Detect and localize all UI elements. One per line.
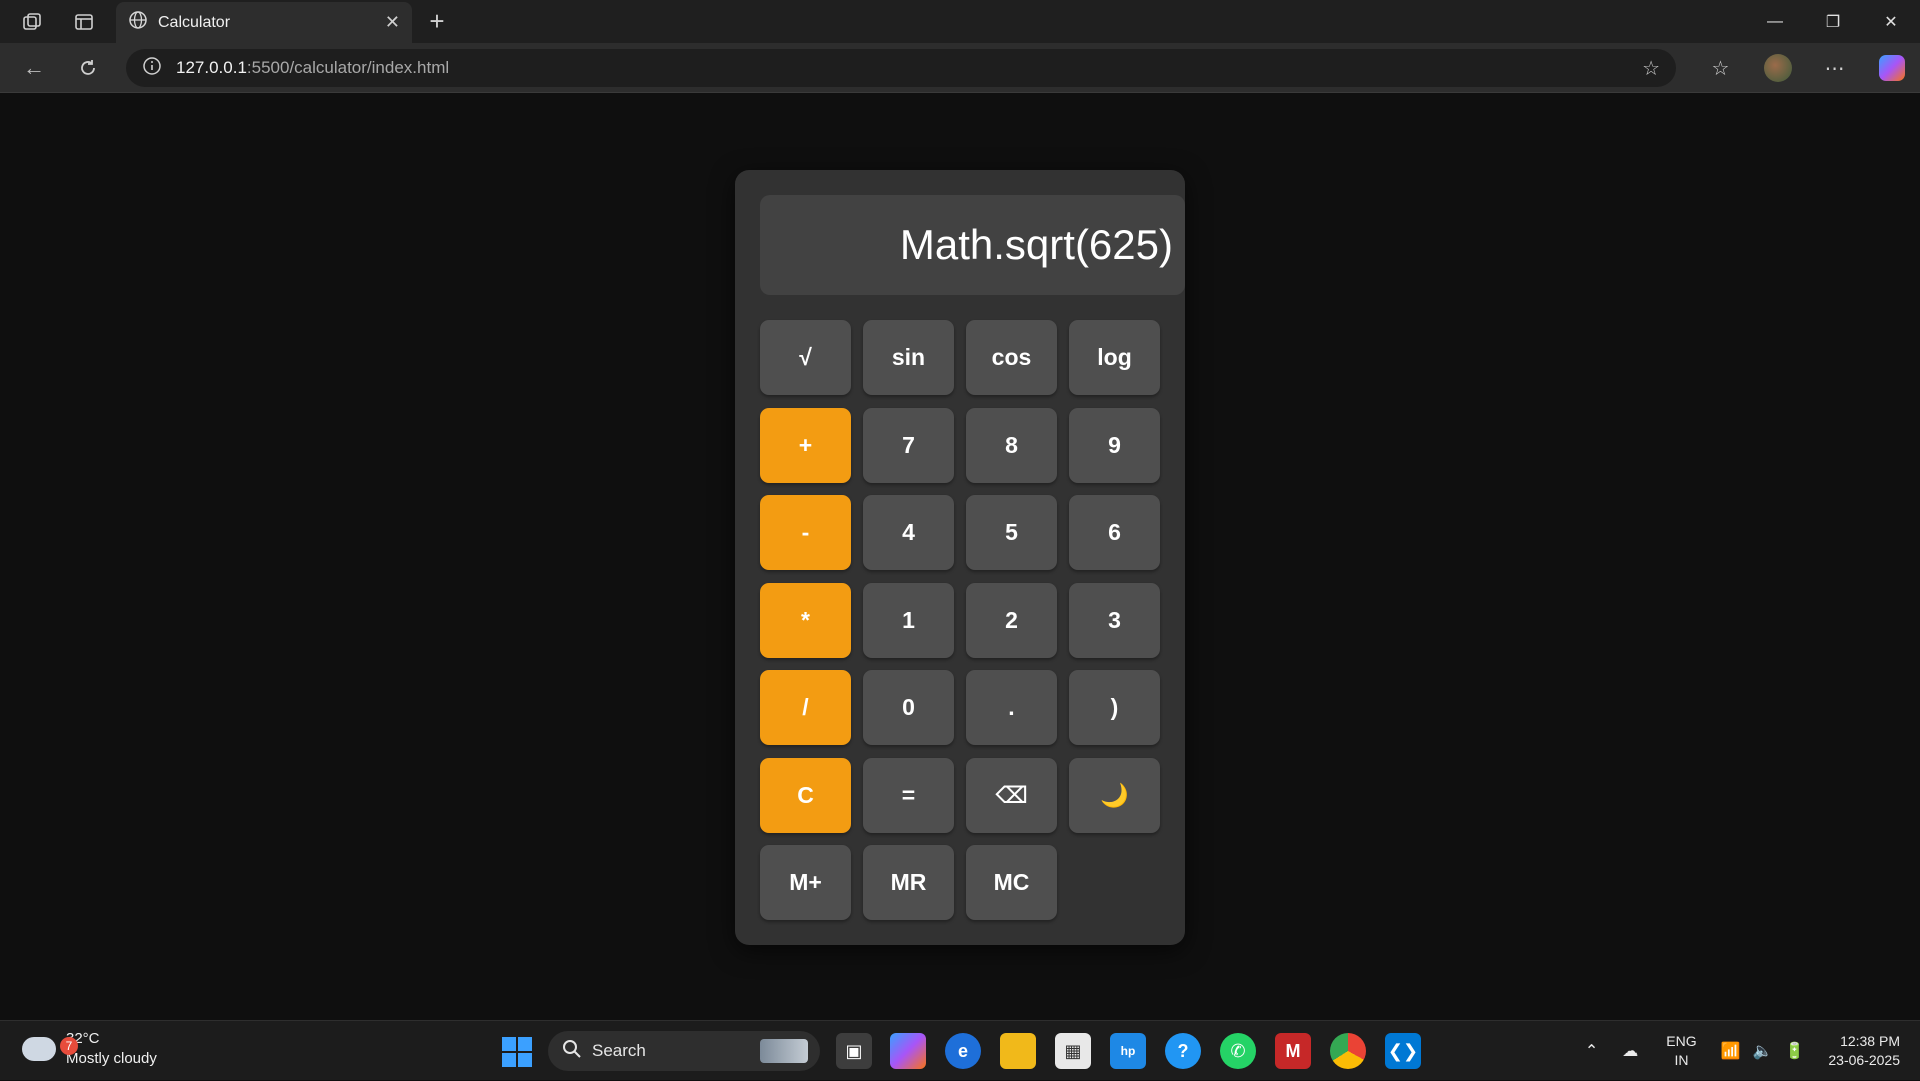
cloud-icon (22, 1037, 56, 1061)
search-label: Search (592, 1041, 646, 1060)
address-bar-row: ← 127.0.0.1:5500/calculator/index.html ☆… (0, 43, 1920, 93)
task-view-icon[interactable]: ▣ (836, 1033, 872, 1069)
url-path: :5500/calculator/index.html (246, 58, 450, 77)
refresh-icon[interactable] (70, 51, 106, 85)
clock-date: 23-06-2025 (1828, 1052, 1900, 1068)
language-code: ENG (1666, 1033, 1697, 1049)
url-host: 127.0.0.1 (176, 58, 247, 77)
digit-2-button[interactable]: 2 (966, 582, 1057, 658)
cos-button[interactable]: cos (966, 320, 1057, 395)
weather-widget[interactable]: 7 32°C Mostly cloudy (22, 1029, 157, 1069)
digit-3-button[interactable]: 3 (1069, 582, 1160, 658)
search-highlight-image (760, 1039, 808, 1063)
language-indicator[interactable]: ENG IN (1666, 1032, 1696, 1070)
edge-browser-icon[interactable]: e (945, 1033, 981, 1069)
digit-4-button[interactable]: 4 (863, 495, 954, 570)
sin-button[interactable]: sin (863, 320, 954, 395)
theme-toggle-button[interactable]: 🌙 (1069, 757, 1160, 833)
globe-icon (128, 10, 148, 35)
copilot-icon[interactable] (1863, 55, 1920, 81)
memory-add-button[interactable]: M+ (760, 845, 851, 920)
tab-title: Calculator (158, 13, 231, 31)
window-close-icon[interactable]: ✕ (1862, 0, 1920, 43)
favorites-icon[interactable]: ☆ (1692, 56, 1749, 81)
weather-condition: Mostly cloudy (66, 1050, 157, 1067)
temperature: 32°C (66, 1030, 100, 1047)
wifi-icon[interactable]: 📶 (1721, 1041, 1741, 1061)
multiply-button[interactable]: * (760, 582, 851, 658)
mcafee-icon[interactable]: M (1275, 1033, 1311, 1069)
window-controls: — ❐ ✕ (1746, 0, 1920, 43)
vscode-icon[interactable]: ❮❯ (1385, 1033, 1421, 1069)
sqrt-button[interactable]: √ (760, 320, 851, 395)
minus-button[interactable]: - (760, 495, 851, 570)
clear-button[interactable]: C (760, 757, 851, 833)
copilot-app-icon[interactable] (890, 1033, 926, 1069)
minimize-icon[interactable]: — (1746, 0, 1804, 43)
memory-recall-button[interactable]: MR (863, 845, 954, 920)
chrome-icon[interactable] (1330, 1033, 1366, 1069)
digit-5-button[interactable]: 5 (966, 495, 1057, 570)
tab-bar: Calculator ✕ + — ❐ ✕ (0, 0, 1920, 43)
vertical-tabs-icon[interactable] (64, 2, 104, 42)
onedrive-icon[interactable]: ☁ (1622, 1041, 1638, 1061)
equals-button[interactable]: = (863, 757, 954, 833)
decimal-button[interactable]: . (966, 670, 1057, 745)
url-input[interactable]: 127.0.0.1:5500/calculator/index.html ☆ (126, 49, 1676, 87)
digit-8-button[interactable]: 8 (966, 407, 1057, 483)
system-tray: ⌃ ☁ ENG IN 📶 🔈 🔋 12:38 PM 23-06-2025 (1571, 1021, 1900, 1081)
search-icon (562, 1039, 582, 1064)
calculator: Math.sqrt(625) √ sin cos log +7 8 9 -4 5 6 * 1 2 3 /0.… (735, 170, 1185, 945)
calculator-display: Math.sqrt(625) (760, 195, 1185, 295)
profile-avatar[interactable] (1749, 54, 1806, 82)
memory-clear-button[interactable]: MC (966, 845, 1057, 920)
weather-badge: 7 (60, 1037, 78, 1055)
close-icon[interactable]: ✕ (385, 12, 400, 33)
digit-0-button[interactable]: 0 (863, 670, 954, 745)
file-explorer-icon[interactable] (1000, 1033, 1036, 1069)
backspace-button[interactable]: ⌫ (966, 757, 1057, 833)
workspaces-icon[interactable] (12, 2, 52, 42)
browser-toolbar: ☆ ⋯ (1692, 43, 1920, 93)
log-button[interactable]: log (1069, 320, 1160, 395)
myhp-icon[interactable]: hp (1110, 1033, 1146, 1069)
more-menu-icon[interactable]: ⋯ (1806, 56, 1863, 81)
clock[interactable]: 12:38 PM 23-06-2025 (1828, 1032, 1900, 1070)
tab-calculator[interactable]: Calculator ✕ (116, 2, 412, 43)
whatsapp-icon[interactable]: ✆ (1220, 1033, 1256, 1069)
clock-time: 12:38 PM (1840, 1033, 1900, 1049)
plus-button[interactable]: + (760, 407, 851, 483)
divide-button[interactable]: / (760, 670, 851, 745)
new-tab-icon[interactable]: + (420, 4, 454, 38)
digit-9-button[interactable]: 9 (1069, 407, 1160, 483)
digit-6-button[interactable]: 6 (1069, 495, 1160, 570)
back-arrow-icon[interactable]: ← (16, 51, 52, 85)
close-paren-button[interactable]: ) (1069, 670, 1160, 745)
favorite-star-icon[interactable]: ☆ (1642, 56, 1660, 81)
digit-7-button[interactable]: 7 (863, 407, 954, 483)
restore-icon[interactable]: ❐ (1804, 0, 1862, 43)
info-icon[interactable] (142, 56, 162, 81)
start-windows-icon[interactable] (502, 1037, 532, 1067)
microsoft-store-icon[interactable]: ▦ (1055, 1033, 1091, 1069)
volume-icon[interactable]: 🔈 (1753, 1041, 1773, 1061)
taskbar-search[interactable]: Search (548, 1031, 820, 1071)
support-assistant-icon[interactable]: ? (1165, 1033, 1201, 1069)
digit-1-button[interactable]: 1 (863, 582, 954, 658)
battery-icon[interactable]: 🔋 (1784, 1041, 1804, 1061)
region-code: IN (1674, 1052, 1689, 1068)
taskbar: 7 32°C Mostly cloudy Search ▣ e ▦ hp ? ✆… (0, 1020, 1920, 1080)
chevron-up-icon[interactable]: ⌃ (1585, 1041, 1598, 1061)
